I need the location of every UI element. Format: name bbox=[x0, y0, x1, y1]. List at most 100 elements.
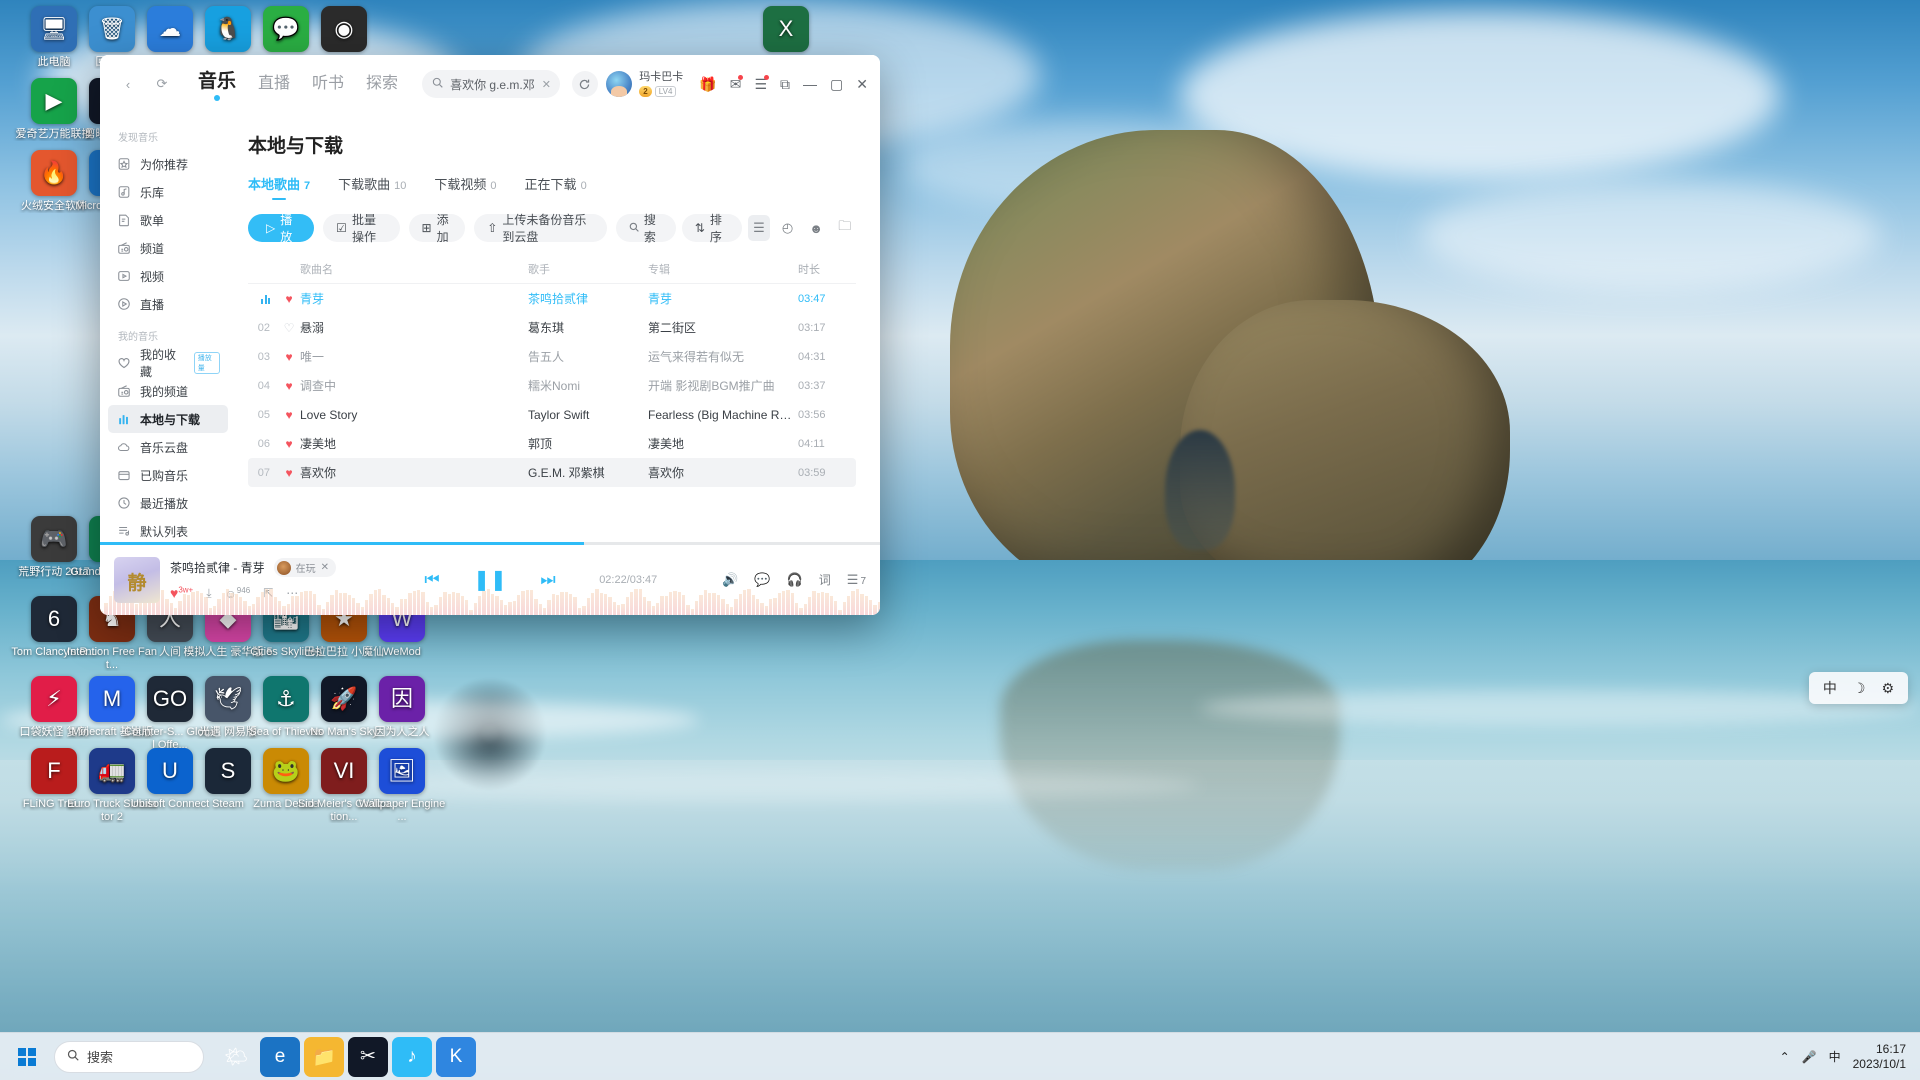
tray-mic-icon[interactable]: 🎤 bbox=[1802, 1050, 1817, 1064]
folder-icon[interactable]: 🗀 bbox=[833, 215, 856, 241]
song-album[interactable]: 青芽 bbox=[648, 290, 798, 307]
table-row[interactable]: 04 ♥ 调查中 糯米Nomi 开端 影视剧BGM推广曲 03:37 bbox=[248, 371, 856, 400]
song-album[interactable]: 开端 影视剧BGM推广曲 bbox=[648, 377, 798, 394]
taskbar-search[interactable]: 搜索 bbox=[54, 1040, 204, 1073]
volume-icon[interactable]: 🔊 bbox=[722, 572, 738, 588]
ime-floating-bar[interactable]: 中 ☽ ⚙ bbox=[1808, 672, 1908, 704]
top-tab-explore[interactable]: 探索 bbox=[366, 69, 398, 103]
batch-operations-button[interactable]: ☑ 批量操作 bbox=[323, 213, 400, 244]
song-album[interactable]: Fearless (Big Machine Radio ... bbox=[648, 408, 798, 422]
page-tab-downloaded-videos[interactable]: 下载视频 0 bbox=[434, 174, 496, 200]
page-tab-local-songs[interactable]: 本地歌曲 7 bbox=[248, 174, 310, 200]
avatar[interactable] bbox=[606, 71, 633, 97]
tray-chevron-icon[interactable]: ⌃ bbox=[1780, 1050, 1790, 1064]
progress-bar[interactable] bbox=[100, 542, 880, 545]
song-artist[interactable]: 告五人 bbox=[528, 348, 648, 365]
comment-panel-icon[interactable]: 💬 bbox=[754, 572, 770, 588]
sidebar-item-6[interactable]: 默认列表 bbox=[108, 517, 228, 543]
song-album[interactable]: 第二街区 bbox=[648, 319, 798, 336]
page-tab-downloading[interactable]: 正在下载 0 bbox=[525, 174, 587, 200]
sidebar-item-3[interactable]: 音乐云盘 bbox=[108, 433, 228, 461]
start-button[interactable] bbox=[6, 1037, 48, 1077]
sidebar-item-5[interactable]: 最近播放 bbox=[108, 489, 228, 517]
ime-settings-icon[interactable]: ⚙ bbox=[1881, 680, 1894, 697]
headphones-icon[interactable]: 🎧 bbox=[787, 572, 803, 588]
close-button[interactable]: ✕ bbox=[856, 76, 868, 93]
desktop-icon[interactable]: 🖼 Wallpaper Engine ... bbox=[356, 748, 448, 823]
sidebar-item-0[interactable]: 为你推荐 bbox=[108, 150, 228, 178]
song-name[interactable]: 悬溺 bbox=[300, 319, 528, 336]
sidebar-item-5[interactable]: 直播 bbox=[108, 290, 228, 318]
upload-to-cloud-button[interactable]: ⇧ 上传未备份音乐到云盘 bbox=[474, 213, 607, 244]
table-row[interactable]: ♥ 青芽 茶鸣拾贰律 青芽 03:47 bbox=[248, 284, 856, 313]
playing-tag-close-icon[interactable]: ✕ bbox=[321, 562, 329, 573]
ime-lang-label[interactable]: 中 bbox=[1823, 678, 1837, 698]
song-name[interactable]: 凄美地 bbox=[300, 435, 528, 452]
sidebar-item-1[interactable]: 我的频道 bbox=[108, 377, 228, 405]
table-row[interactable]: 07 ♥ 喜欢你 G.E.M. 邓紫棋 喜欢你 03:59 bbox=[248, 458, 856, 487]
list-view-icon[interactable]: ☰ bbox=[747, 215, 771, 241]
sidebar-item-2[interactable]: 歌单 bbox=[108, 206, 228, 234]
ime-moon-icon[interactable]: ☽ bbox=[1853, 680, 1866, 697]
previous-button[interactable]: ⏮ bbox=[416, 564, 448, 596]
taskbar-app-capcut[interactable]: ✂ bbox=[348, 1036, 388, 1077]
song-name[interactable]: 喜欢你 bbox=[300, 464, 528, 481]
table-row[interactable]: 03 ♥ 唯一 告五人 运气来得若有似无 04:31 bbox=[248, 342, 856, 371]
minimize-button[interactable]: — bbox=[803, 76, 817, 92]
maximize-button[interactable]: ▢ bbox=[830, 76, 843, 93]
add-button[interactable]: ⊞ 添加 bbox=[408, 213, 466, 244]
search-songs-button[interactable]: 搜索 bbox=[615, 213, 676, 244]
sort-button[interactable]: ⇅ 排序 bbox=[681, 213, 742, 244]
song-name[interactable]: 青芽 bbox=[300, 290, 528, 307]
song-album[interactable]: 凄美地 bbox=[648, 435, 798, 452]
heart-outline-icon[interactable]: ♡ bbox=[278, 321, 300, 335]
menu-icon[interactable]: ☰ bbox=[754, 74, 769, 93]
song-artist[interactable]: 葛东琪 bbox=[528, 319, 648, 336]
tray-ime-icon[interactable]: 中 bbox=[1829, 1048, 1841, 1065]
taskbar-app-qq-music[interactable]: ♪ bbox=[392, 1036, 432, 1077]
song-name[interactable]: Love Story bbox=[300, 408, 528, 422]
song-name[interactable]: 唯一 bbox=[300, 348, 528, 365]
sidebar-item-0[interactable]: 我的收藏 播放量 bbox=[108, 348, 228, 379]
download-icon[interactable]: ⤓ bbox=[206, 586, 211, 601]
song-name[interactable]: 调查中 bbox=[300, 377, 528, 394]
taskbar-app-weather-widget[interactable]: 🌤 bbox=[216, 1037, 256, 1077]
song-artist[interactable]: Taylor Swift bbox=[528, 408, 648, 422]
gift-icon[interactable]: 🎁 bbox=[699, 76, 716, 93]
table-row[interactable]: 02 ♡ 悬溺 葛东琪 第二街区 03:17 bbox=[248, 313, 856, 342]
desktop-icon[interactable]: 因因为人之人 bbox=[356, 676, 448, 739]
playing-tag[interactable]: 在玩 ✕ bbox=[273, 558, 337, 577]
sidebar-item-3[interactable]: 频道 bbox=[108, 234, 228, 262]
top-tab-audiobook[interactable]: 听书 bbox=[312, 69, 344, 103]
taskbar-app-edge[interactable]: e bbox=[260, 1036, 300, 1077]
play-all-button[interactable]: ▷ 播放 bbox=[248, 213, 315, 244]
song-artist[interactable]: 糯米Nomi bbox=[528, 377, 648, 394]
table-row[interactable]: 06 ♥ 凄美地 郭顶 凄美地 04:11 bbox=[248, 429, 856, 458]
now-playing-track[interactable]: 茶鸣拾贰律 - 青芽 bbox=[170, 559, 265, 576]
mail-icon[interactable]: ✉ bbox=[730, 74, 744, 93]
song-album[interactable]: 喜欢你 bbox=[648, 464, 798, 481]
sidebar-item-4[interactable]: 已购音乐 bbox=[108, 461, 228, 489]
more-icon[interactable]: ⋯ bbox=[286, 586, 298, 600]
search-input[interactable]: 喜欢你 g.e.m.邓 ✕ bbox=[422, 70, 560, 98]
heart-filled-icon[interactable]: ♥ bbox=[278, 292, 300, 306]
search-clear-icon[interactable]: ✕ bbox=[542, 78, 551, 91]
top-tab-music[interactable]: 音乐 bbox=[198, 66, 236, 103]
album-cover[interactable]: 静 bbox=[114, 556, 160, 603]
taskbar-app-kugou[interactable]: K bbox=[436, 1036, 476, 1077]
user-profile[interactable]: 玛卡巴卡 2 LV4 bbox=[606, 71, 683, 97]
song-artist[interactable]: 郭顶 bbox=[528, 435, 648, 452]
heart-filled-icon[interactable]: ♥ bbox=[278, 408, 300, 422]
song-artist[interactable]: G.E.M. 邓紫棋 bbox=[528, 464, 648, 481]
tray-clock[interactable]: 16:17 2023/10/1 bbox=[1853, 1042, 1906, 1072]
heart-filled-icon[interactable]: ♥ bbox=[278, 379, 300, 393]
song-album[interactable]: 运气来得若有似无 bbox=[648, 348, 798, 365]
like-icon[interactable]: ♥3w+ bbox=[170, 585, 193, 601]
sidebar-item-4[interactable]: 视频 bbox=[108, 262, 228, 290]
taskbar-app-file-explorer[interactable]: 📁 bbox=[304, 1036, 344, 1077]
back-button[interactable]: ‹ bbox=[114, 70, 142, 98]
page-tab-downloaded-songs[interactable]: 下载歌曲 10 bbox=[338, 174, 406, 200]
pause-button[interactable]: ❚❚ bbox=[473, 564, 507, 596]
share-icon[interactable]: ⇱ bbox=[263, 586, 273, 600]
heart-filled-icon[interactable]: ♥ bbox=[278, 350, 300, 364]
